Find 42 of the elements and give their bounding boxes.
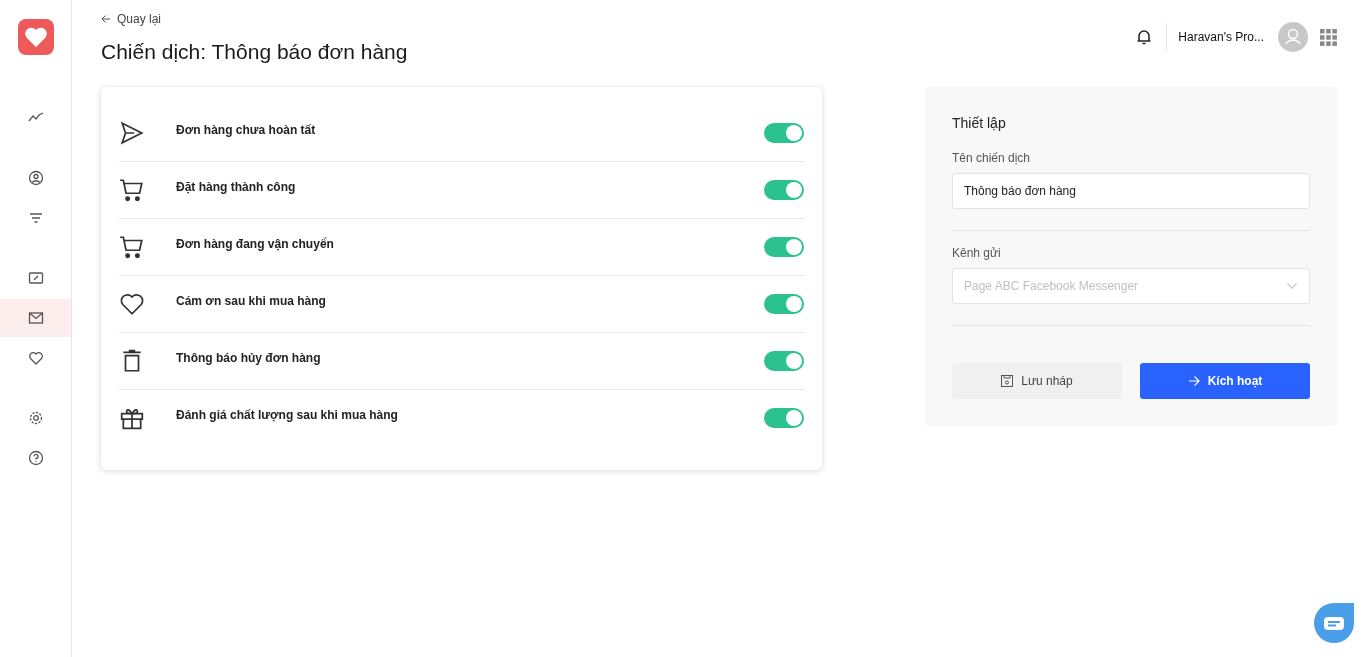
campaign-name-field[interactable]: Thông báo đơn hàng <box>952 173 1310 209</box>
campaign-label: Đơn hàng chưa hoàn tất <box>176 123 317 137</box>
back-link[interactable]: Quay lại <box>101 12 408 26</box>
cart-icon <box>119 234 145 260</box>
toggle-switch[interactable] <box>764 294 804 314</box>
sidebar-nav-item[interactable] <box>0 299 71 337</box>
campaign-label: Thông báo hủy đơn hàng <box>176 351 322 365</box>
settings-heading: Thiết lập <box>952 115 1007 131</box>
arrow-right-icon <box>1187 375 1200 387</box>
campaign-label: Cám ơn sau khi mua hàng <box>176 294 327 308</box>
heart-icon <box>119 291 145 317</box>
campaign-label: Đánh giá chất lượng sau khi mua hàng <box>176 408 399 422</box>
account-name[interactable]: Haravan's Pro... <box>1178 30 1264 44</box>
chat-bubble-icon[interactable] <box>1313 602 1355 644</box>
campaign-label: Đơn hàng đang vận chuyển <box>176 237 335 251</box>
save-draft-button[interactable]: Lưu nháp <box>952 363 1122 399</box>
toggle-switch[interactable] <box>764 123 804 143</box>
ticket-icon <box>27 270 44 286</box>
cart-icon <box>119 177 145 203</box>
apps-grid-icon[interactable] <box>1320 28 1337 46</box>
field-label: Kênh gửi <box>952 246 1002 260</box>
filter-icon <box>27 210 44 226</box>
chevron-down-icon <box>1287 283 1297 289</box>
user-circle-icon <box>27 170 44 186</box>
save-icon <box>1001 375 1014 387</box>
toggle-switch[interactable] <box>764 237 804 257</box>
arrow-left-icon <box>101 14 111 24</box>
help-icon <box>27 450 44 466</box>
toggle-switch[interactable] <box>764 180 804 200</box>
campaign-label: Đặt hàng thành công <box>176 180 297 194</box>
heart-logo-icon[interactable] <box>17 19 54 55</box>
toggle-switch[interactable] <box>764 408 804 428</box>
field-label: Tên chiến dịch <box>952 151 1032 165</box>
heart-icon <box>27 350 44 366</box>
send-icon <box>119 120 145 146</box>
toggle-switch[interactable] <box>764 351 804 371</box>
activate-button[interactable]: Kích hoạt <box>1140 363 1310 399</box>
avatar-icon[interactable] <box>1278 22 1308 52</box>
settings-icon <box>27 410 44 426</box>
envelope-icon <box>27 310 44 326</box>
notification-bell-icon[interactable] <box>1136 28 1153 46</box>
page-title: Chiến dịch: Thông báo đơn hàng <box>101 40 408 64</box>
